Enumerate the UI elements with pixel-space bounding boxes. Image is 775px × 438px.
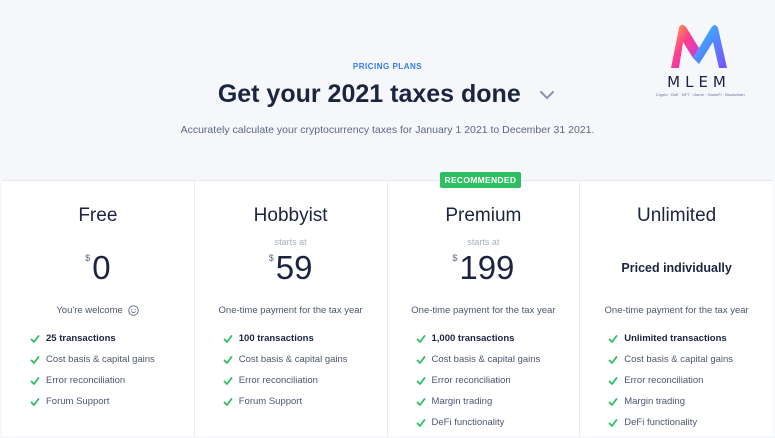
feature-item: Error reconciliation — [30, 375, 155, 396]
check-icon — [608, 419, 618, 427]
currency-symbol: $ — [452, 253, 458, 263]
feature-item: Error reconciliation — [608, 375, 733, 396]
feature-label: 1,000 transactions — [431, 333, 515, 344]
plan-card-hobbyist[interactable]: Hobbyist starts at $59 One-time payment … — [195, 181, 388, 436]
feature-item: 100 transactions — [223, 333, 348, 354]
feature-label: DeFi functionality — [431, 417, 505, 428]
feature-label: Error reconciliation — [624, 375, 704, 386]
feature-list: Unlimited transactions Cost basis & capi… — [608, 333, 733, 438]
plan-price: $59 — [195, 249, 387, 287]
plan-price: $0 — [2, 249, 194, 287]
starts-at-label: starts at — [274, 237, 307, 247]
check-icon — [223, 335, 233, 343]
check-icon — [30, 335, 40, 343]
recommended-badge: RECOMMENDED — [439, 172, 522, 188]
feature-label: Cost basis & capital gains — [238, 354, 348, 365]
feature-item: Margin trading — [608, 396, 733, 417]
feature-label: Error reconciliation — [238, 375, 318, 386]
plan-card-unlimited[interactable]: Unlimited Priced individually One-time p… — [580, 181, 773, 436]
price-amount: 0 — [92, 249, 111, 286]
logo-tagline: · Crypto · Defi · NFT · Game · GameFi · … — [653, 92, 745, 102]
starts-at-label: starts at — [467, 237, 500, 247]
feature-item: 1,000 transactions — [416, 333, 541, 354]
check-icon — [223, 398, 233, 406]
check-icon — [416, 335, 425, 343]
check-icon — [608, 377, 618, 385]
check-icon — [416, 356, 425, 364]
currency-symbol: $ — [268, 253, 274, 263]
feature-label: Margin trading — [431, 396, 493, 407]
plan-name: Hobbyist — [253, 205, 328, 226]
feature-item: Unlimited transactions — [608, 333, 733, 354]
feature-list: 100 transactions Cost basis & capital ga… — [223, 333, 348, 417]
feature-label: Error reconciliation — [431, 375, 511, 386]
feature-label: Error reconciliation — [46, 375, 126, 386]
page-title: Get your 2021 taxes done — [217, 80, 521, 108]
check-icon — [30, 356, 40, 364]
plan-name: Unlimited — [637, 205, 717, 226]
feature-item: Cost basis & capital gains — [416, 354, 541, 375]
logo-wordmark: MLEM — [667, 73, 731, 91]
mlem-logo: MLEM · Crypto · Defi · NFT · Game · Game… — [653, 22, 745, 102]
page-subtitle: Accurately calculate your cryptocurrency… — [180, 124, 595, 136]
plan-note: One-time payment for the tax year — [411, 305, 556, 316]
smile-icon — [128, 305, 140, 316]
feature-label: Cost basis & capital gains — [431, 354, 541, 365]
plan-note-text: You're welcome — [56, 305, 123, 317]
feature-item: Forum Support — [223, 396, 348, 417]
check-icon — [608, 356, 618, 364]
feature-item: Cost basis & capital gains — [608, 354, 733, 375]
feature-list: 25 transactions Cost basis & capital gai… — [30, 333, 155, 417]
feature-label: 100 transactions — [238, 333, 314, 344]
check-icon — [223, 356, 233, 364]
feature-label: Cost basis & capital gains — [46, 354, 155, 365]
chevron-down-icon[interactable] — [537, 88, 557, 102]
feature-item: Error reconciliation — [416, 375, 541, 396]
check-icon — [223, 377, 233, 385]
currency-symbol: $ — [85, 253, 91, 263]
feature-label: 25 transactions — [46, 333, 116, 344]
feature-label: DeFi functionality — [624, 417, 698, 428]
feature-label: Forum Support — [238, 396, 303, 407]
feature-item: Error reconciliation — [223, 375, 348, 396]
feature-label: Forum Support — [46, 396, 110, 407]
plan-name: Free — [78, 205, 118, 226]
feature-item: Cost basis & capital gains — [223, 354, 348, 375]
plan-note: One-time payment for the tax year — [218, 305, 363, 316]
feature-label: Unlimited transactions — [624, 333, 727, 344]
plan-card-free[interactable]: Free $0 You're welcome 25 transactions C… — [2, 181, 195, 436]
plan-name: Premium — [445, 205, 522, 226]
feature-item: Cost basis & capital gains — [30, 354, 155, 375]
feature-item: Forum Support — [30, 396, 155, 417]
priced-individually-label: Priced individually — [621, 261, 732, 275]
check-icon — [416, 419, 425, 427]
check-icon — [416, 377, 425, 385]
feature-item: Margin trading — [416, 396, 541, 417]
price-amount: 199 — [459, 249, 515, 286]
check-icon — [30, 398, 40, 406]
check-icon — [608, 335, 618, 343]
feature-item: 25 transactions — [30, 333, 155, 354]
plan-card-premium[interactable]: RECOMMENDED Premium starts at $199 One-t… — [388, 172, 581, 438]
plan-note: One-time payment for the tax year — [604, 305, 749, 316]
check-icon — [416, 398, 425, 406]
mlem-logo-mark — [671, 24, 727, 68]
plan-note: You're welcome — [2, 305, 194, 316]
feature-label: Cost basis & capital gains — [624, 354, 734, 365]
feature-list: 1,000 transactions Cost basis & capital … — [416, 333, 541, 438]
plan-price: $199 — [388, 249, 580, 287]
check-icon — [608, 398, 618, 406]
pricing-plans: Free $0 You're welcome 25 transactions C… — [2, 172, 773, 438]
check-icon — [30, 377, 40, 385]
feature-label: Margin trading — [624, 396, 685, 407]
price-amount: 59 — [275, 249, 313, 286]
